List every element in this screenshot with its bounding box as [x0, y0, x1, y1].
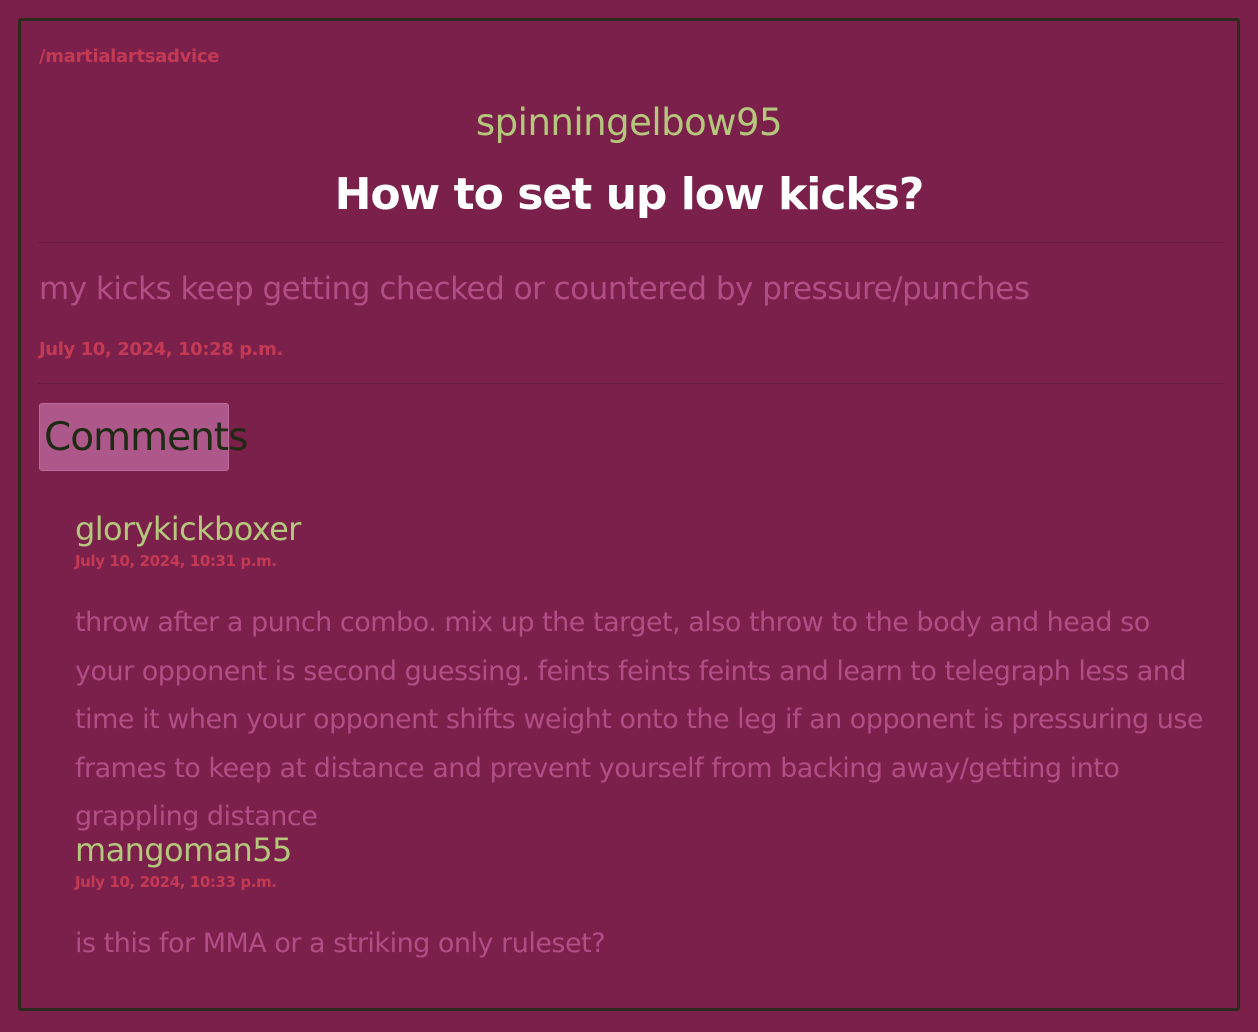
comments-button[interactable]: Comments [39, 403, 248, 471]
post-card: /martialartsadvice spinningelbow95 How t… [18, 18, 1240, 1011]
comment-timestamp: July 10, 2024, 10:33 p.m. [75, 873, 277, 891]
comment-body: is this for MMA or a striking only rules… [75, 928, 606, 959]
community-link[interactable]: /martialartsadvice [39, 46, 220, 67]
comment-author[interactable]: mangoman55 [75, 830, 1215, 870]
divider [38, 242, 1224, 243]
divider [38, 383, 1224, 384]
post-title: How to set up low kicks? [334, 169, 925, 220]
comment-body: throw after a punch combo. mix up the ta… [75, 607, 1204, 832]
post-timestamp: July 10, 2024, 10:28 p.m. [39, 339, 283, 360]
comment-author[interactable]: glorykickboxer [75, 509, 1215, 549]
comment-item: glorykickboxer July 10, 2024, 10:31 p.m.… [75, 509, 1215, 842]
comment-item: mangoman55 July 10, 2024, 10:33 p.m. is … [75, 830, 1215, 969]
post-body: my kicks keep getting checked or counter… [39, 271, 1030, 307]
comment-timestamp: July 10, 2024, 10:31 p.m. [75, 552, 277, 570]
post-author[interactable]: spinningelbow95 [21, 101, 1237, 144]
